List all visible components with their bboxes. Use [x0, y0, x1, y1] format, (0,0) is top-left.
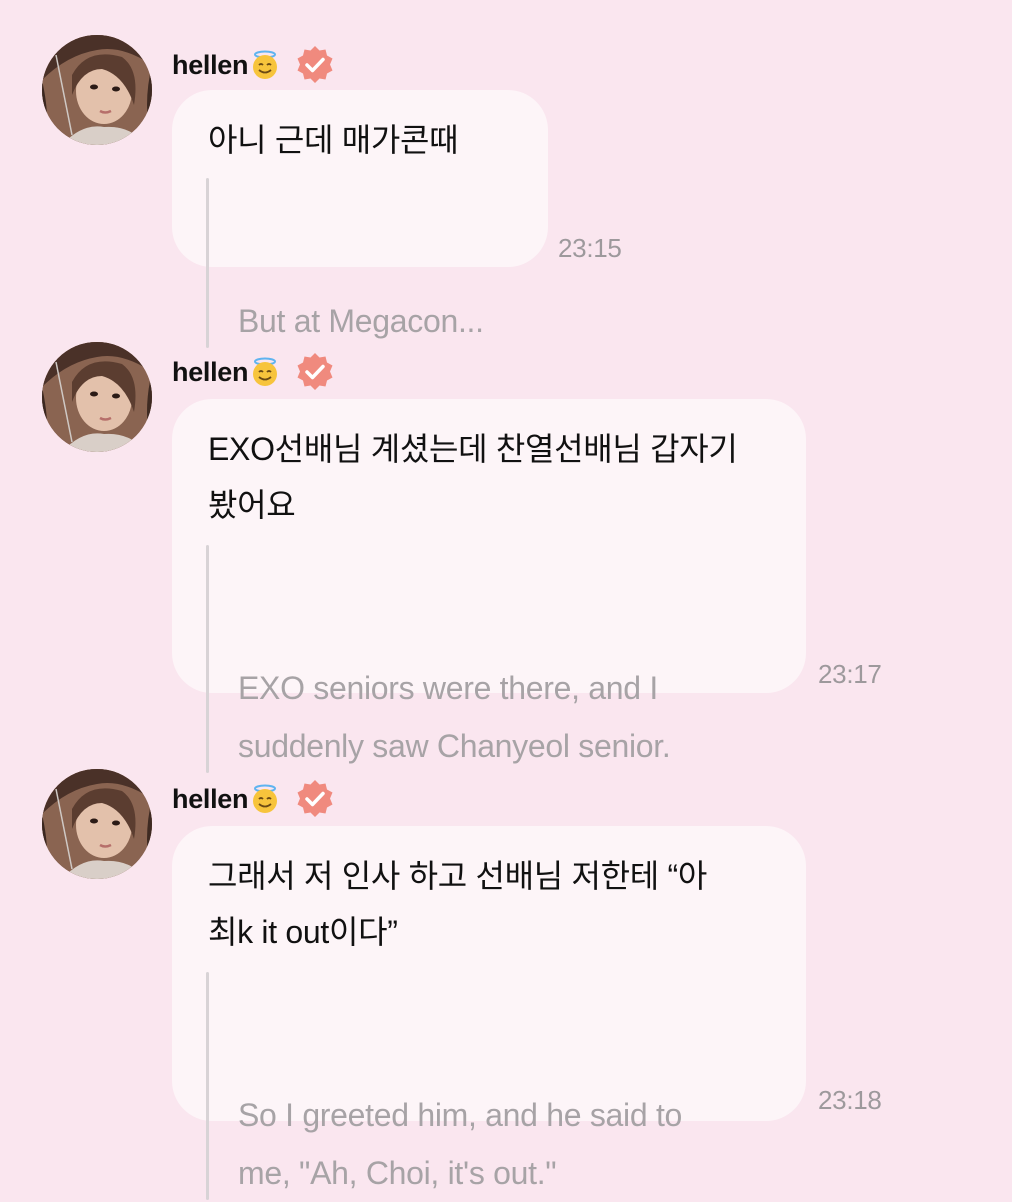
message-time: 23:18: [818, 1085, 882, 1115]
sender-name[interactable]: hellen: [172, 50, 249, 81]
translation-label: But at Megacon...: [238, 303, 484, 339]
translation-text: EXO seniors were there, and I suddenly s…: [206, 543, 770, 775]
sender-name[interactable]: hellen: [172, 357, 249, 388]
message-time: 23:17: [818, 659, 882, 689]
message-text: EXO선배님 계셨는데 찬열선배님 갑자기 봤어요: [208, 431, 738, 523]
avatar-image: [42, 342, 152, 452]
sender-name[interactable]: hellen: [172, 784, 249, 815]
message-bubble[interactable]: 아니 근데 매가콘때 But at Megacon...: [172, 90, 548, 348]
verified-badge-icon: [297, 353, 333, 390]
avatar[interactable]: [42, 35, 152, 145]
avatar-image: [42, 35, 152, 145]
avatar[interactable]: [42, 769, 152, 879]
message-bubble[interactable]: EXO선배님 계셨는데 찬열선배님 갑자기 봤어요 EXO seniors we…: [172, 399, 806, 773]
verified-badge-icon: [297, 780, 333, 817]
message-time: 23:15: [558, 233, 622, 263]
sender-name-row: hellen: [172, 45, 336, 85]
sender-name-row: hellen: [172, 352, 336, 392]
message-text: 아니 근데 매가콘때: [208, 122, 459, 158]
verified-badge-icon: [297, 46, 333, 83]
avatar-image: [42, 769, 152, 879]
quote-bar: [206, 178, 209, 348]
message-text: 그래서 저 인사 하고 선배님 저한테 “아 최k it out이다”: [208, 858, 708, 950]
quote-bar: [206, 545, 209, 773]
translation-text: So I greeted him, and he said to me, "Ah…: [206, 970, 770, 1202]
translation-label: EXO seniors were there, and I suddenly s…: [238, 670, 671, 764]
smiling-face-with-halo-icon: [253, 50, 278, 79]
avatar[interactable]: [42, 342, 152, 452]
smiling-face-with-halo-icon: [253, 784, 278, 813]
translation-text: But at Megacon...: [206, 176, 512, 350]
sender-name-row: hellen: [172, 779, 336, 819]
quote-bar: [206, 972, 209, 1200]
message-bubble[interactable]: 그래서 저 인사 하고 선배님 저한테 “아 최k it out이다” So I…: [172, 826, 806, 1200]
smiling-face-with-halo-icon: [253, 357, 278, 386]
translation-label: So I greeted him, and he said to me, "Ah…: [238, 1097, 683, 1191]
